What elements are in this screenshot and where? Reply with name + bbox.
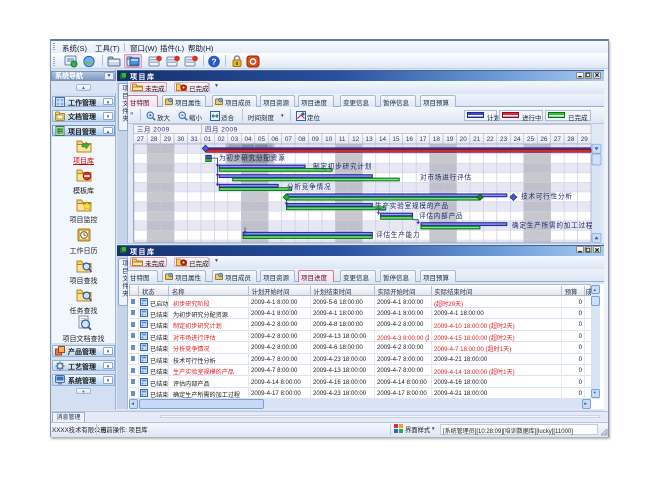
- svg-text:27: 27: [554, 136, 562, 143]
- svg-text:15: 15: [392, 136, 400, 143]
- svg-text:22: 22: [487, 136, 495, 143]
- svg-text:27: 27: [137, 136, 145, 143]
- svg-text:16: 16: [406, 136, 414, 143]
- svg-text:评估内部产品: 评估内部产品: [419, 210, 463, 219]
- svg-text:生产实验室规模的产品: 生产实验室规模的产品: [375, 201, 449, 210]
- svg-text:技术可行性分析: 技术可行性分析: [521, 191, 573, 200]
- svg-text:12: 12: [352, 136, 360, 143]
- svg-text:26: 26: [540, 136, 548, 143]
- svg-text:评估生产能力: 评估生产能力: [376, 230, 420, 239]
- svg-text:四月 2009: 四月 2009: [205, 125, 238, 133]
- svg-text:对市场进行评估: 对市场进行评估: [420, 172, 472, 181]
- svg-text:03: 03: [231, 136, 239, 143]
- svg-text:10: 10: [325, 136, 333, 143]
- svg-text:13: 13: [366, 136, 374, 143]
- svg-text:20: 20: [460, 136, 468, 143]
- svg-text:21: 21: [473, 136, 481, 143]
- svg-text:18: 18: [433, 136, 441, 143]
- svg-text:29: 29: [581, 136, 589, 143]
- svg-text:29: 29: [164, 136, 172, 143]
- svg-text:01: 01: [204, 136, 212, 143]
- svg-text:为初步研究分配资源: 为初步研究分配资源: [219, 153, 286, 162]
- svg-text:31: 31: [191, 136, 199, 143]
- svg-text:28: 28: [567, 136, 575, 143]
- svg-text:07: 07: [285, 136, 293, 143]
- svg-text:25: 25: [527, 136, 535, 143]
- svg-text:24: 24: [513, 136, 521, 143]
- svg-text:分析竞争情况: 分析竞争情况: [287, 182, 331, 191]
- svg-text:09: 09: [312, 136, 320, 143]
- svg-text:04: 04: [244, 136, 252, 143]
- svg-text:28: 28: [150, 136, 158, 143]
- svg-text:11: 11: [339, 136, 346, 143]
- svg-text:05: 05: [258, 136, 266, 143]
- svg-text:17: 17: [419, 136, 427, 143]
- svg-text:06: 06: [271, 136, 279, 143]
- svg-text:08: 08: [298, 136, 306, 143]
- svg-text:三月 2009: 三月 2009: [137, 125, 170, 133]
- svg-text:14: 14: [379, 136, 387, 143]
- svg-text:02: 02: [218, 136, 226, 143]
- svg-text:19: 19: [446, 136, 454, 143]
- svg-text:23: 23: [500, 136, 508, 143]
- svg-text:30: 30: [177, 136, 185, 143]
- svg-text:确定生产所需的加工过程: 确定生产所需的加工过程: [512, 220, 593, 229]
- svg-text:?: ?: [211, 56, 216, 66]
- svg-text:制定初步研究计划: 制定初步研究计划: [313, 161, 372, 170]
